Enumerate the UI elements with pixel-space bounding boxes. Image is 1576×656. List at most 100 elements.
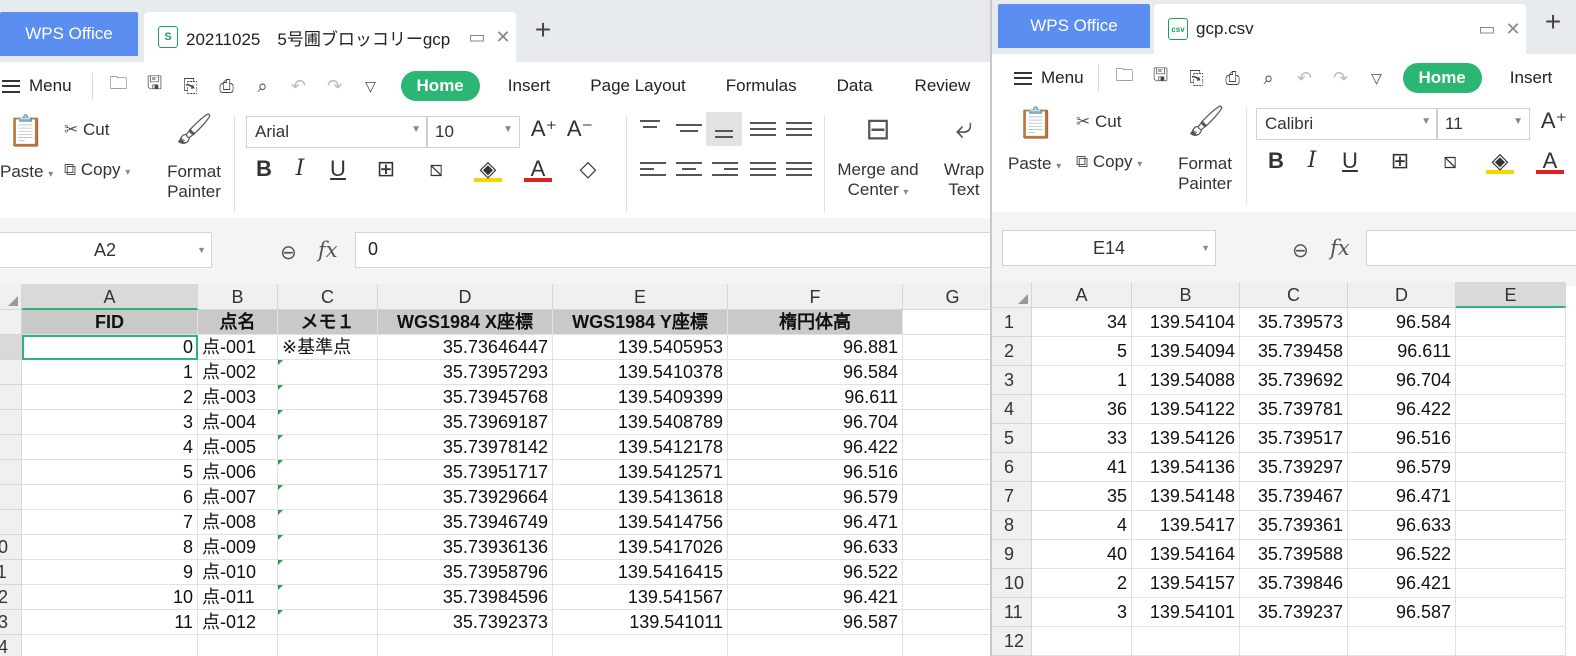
tab-home[interactable]: Home: [1402, 63, 1482, 93]
cell[interactable]: [278, 535, 378, 560]
cell[interactable]: 139.54136: [1132, 453, 1240, 482]
cell[interactable]: [903, 585, 990, 610]
cell[interactable]: 3: [22, 410, 198, 435]
increase-font-icon[interactable]: A⁺: [530, 116, 558, 142]
font-color-icon[interactable]: A: [1536, 148, 1564, 174]
print-preview-icon[interactable]: ⌕: [1251, 68, 1287, 89]
row-header[interactable]: 12: [0, 585, 22, 610]
column-header[interactable]: F: [728, 284, 903, 310]
cell[interactable]: 点-012: [198, 610, 278, 635]
copy-button[interactable]: ⧉ Copy ▾: [64, 160, 130, 180]
cell[interactable]: [278, 585, 378, 610]
font-size-select[interactable]: 11 ▼: [1436, 108, 1530, 140]
row-header[interactable]: 12: [992, 627, 1032, 656]
cell[interactable]: [1032, 627, 1132, 656]
row-header[interactable]: 10: [992, 569, 1032, 598]
function-icon[interactable]: fx: [318, 238, 338, 262]
underline-icon[interactable]: U: [1336, 148, 1364, 174]
cell[interactable]: 9: [22, 560, 198, 585]
cell[interactable]: WGS1984 X座標: [378, 310, 553, 335]
cut-button[interactable]: ✂ Cut: [1076, 112, 1121, 132]
cell[interactable]: 96.587: [728, 610, 903, 635]
cell[interactable]: 96.704: [728, 410, 903, 435]
merge-and-center-button[interactable]: Merge and Center ▾: [832, 160, 924, 200]
row-header[interactable]: 7: [992, 482, 1032, 511]
cell[interactable]: [903, 335, 990, 360]
cell[interactable]: [728, 635, 903, 656]
cell[interactable]: [1456, 453, 1566, 482]
cell[interactable]: [278, 360, 378, 385]
cell[interactable]: [903, 410, 990, 435]
cell[interactable]: 楕円体高: [728, 310, 903, 335]
cell[interactable]: 96.421: [728, 585, 903, 610]
cell[interactable]: [278, 610, 378, 635]
cell[interactable]: 96.522: [1348, 540, 1456, 569]
cell[interactable]: 点-005: [198, 435, 278, 460]
cell[interactable]: 35.739692: [1240, 366, 1348, 395]
row-header[interactable]: 9: [992, 540, 1032, 569]
cell[interactable]: [278, 510, 378, 535]
format-painter-button[interactable]: Format Painter: [164, 162, 224, 202]
bold-icon[interactable]: B: [250, 156, 278, 182]
cell[interactable]: 点-008: [198, 510, 278, 535]
cell[interactable]: 点-002: [198, 360, 278, 385]
function-icon[interactable]: fx: [1330, 236, 1350, 260]
row-header[interactable]: 2: [992, 337, 1032, 366]
cell[interactable]: 35.739237: [1240, 598, 1348, 627]
align-top-icon[interactable]: [640, 120, 666, 140]
save-icon[interactable]: 🖫: [1143, 63, 1179, 93]
cell[interactable]: [553, 635, 728, 656]
decrease-font-icon[interactable]: A⁻: [566, 116, 594, 142]
merge-cells-icon[interactable]: ⊟: [858, 112, 898, 147]
cell[interactable]: 2: [22, 385, 198, 410]
cell[interactable]: [278, 385, 378, 410]
cell[interactable]: 96.587: [1348, 598, 1456, 627]
row-header[interactable]: 4: [0, 385, 22, 410]
customize-dropdown-icon[interactable]: ▽: [1359, 70, 1395, 87]
tab-insert[interactable]: Insert: [508, 76, 551, 96]
cell[interactable]: 10: [22, 585, 198, 610]
cell-style-icon[interactable]: ⧅: [422, 156, 450, 182]
cell[interactable]: [903, 610, 990, 635]
cell[interactable]: 35.739361: [1240, 511, 1348, 540]
close-icon[interactable]: ✕: [490, 27, 516, 48]
cell[interactable]: 96.421: [1348, 569, 1456, 598]
cell[interactable]: [22, 635, 198, 656]
new-tab-plus-icon[interactable]: +: [1538, 6, 1568, 38]
open-folder-icon[interactable]: 🗀: [1107, 63, 1143, 93]
row-header[interactable]: 8: [0, 485, 22, 510]
tab-formulas[interactable]: Formulas: [726, 76, 797, 96]
tab-data[interactable]: Data: [837, 76, 873, 96]
font-size-select[interactable]: 10 ▼: [426, 116, 520, 148]
cell[interactable]: 11: [22, 610, 198, 635]
cell[interactable]: 139.5412178: [553, 435, 728, 460]
font-color-icon[interactable]: A: [524, 156, 552, 182]
cell[interactable]: 96.422: [1348, 395, 1456, 424]
print-icon[interactable]: ⎙: [209, 76, 245, 97]
cell[interactable]: 1: [22, 360, 198, 385]
cell[interactable]: FID: [22, 310, 198, 335]
row-header[interactable]: 3: [992, 366, 1032, 395]
cell[interactable]: 96.579: [1348, 453, 1456, 482]
redo-icon[interactable]: ↷: [1323, 68, 1359, 89]
row-header[interactable]: 10: [0, 535, 22, 560]
align-middle-icon[interactable]: [676, 124, 702, 144]
cell[interactable]: 3: [1032, 598, 1132, 627]
formula-input[interactable]: [1366, 230, 1576, 266]
cell[interactable]: 35.739781: [1240, 395, 1348, 424]
cell[interactable]: 35.73951717: [378, 460, 553, 485]
cell[interactable]: 96.611: [1348, 337, 1456, 366]
name-box[interactable]: A2 ▼: [0, 232, 212, 268]
cell[interactable]: 35.7392373: [378, 610, 553, 635]
wrap-text-button[interactable]: Wrap Text: [938, 160, 990, 200]
cell[interactable]: [198, 635, 278, 656]
cell[interactable]: [1456, 482, 1566, 511]
close-icon[interactable]: ✕: [1500, 19, 1526, 40]
export-icon[interactable]: ⎘: [173, 76, 209, 97]
row-header[interactable]: 13: [0, 610, 22, 635]
row-header[interactable]: 14: [0, 635, 22, 656]
cell[interactable]: 35.739467: [1240, 482, 1348, 511]
spreadsheet-grid[interactable]: A B C D E 1 34 139.54104 35.739573 96.584 2 5 139.54…: [992, 282, 1576, 656]
cell[interactable]: 96.579: [728, 485, 903, 510]
row-header[interactable]: 1: [0, 310, 22, 335]
